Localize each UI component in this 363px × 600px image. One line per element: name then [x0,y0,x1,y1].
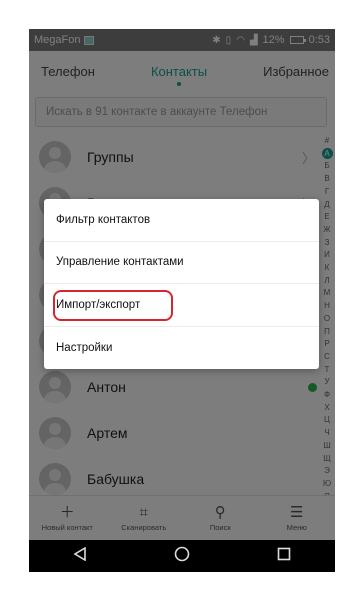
menu-item-filter[interactable]: Фильтр контактов [44,199,319,242]
options-menu: Фильтр контактов Управление контактами И… [44,199,319,369]
highlight-outline [53,290,173,321]
menu-item-settings[interactable]: Настройки [44,327,319,370]
phone-screen: MegaFon ✱ ▯ ◠ ▟ 12% 0:53 Телефон Контакт… [29,29,335,572]
menu-item-import-export[interactable]: Импорт/экспорт [44,284,319,327]
back-icon[interactable] [73,546,87,566]
menu-item-manage[interactable]: Управление контактами [44,242,319,284]
navigation-bar [29,540,335,572]
recents-icon[interactable] [277,547,291,566]
home-icon[interactable] [174,546,190,567]
